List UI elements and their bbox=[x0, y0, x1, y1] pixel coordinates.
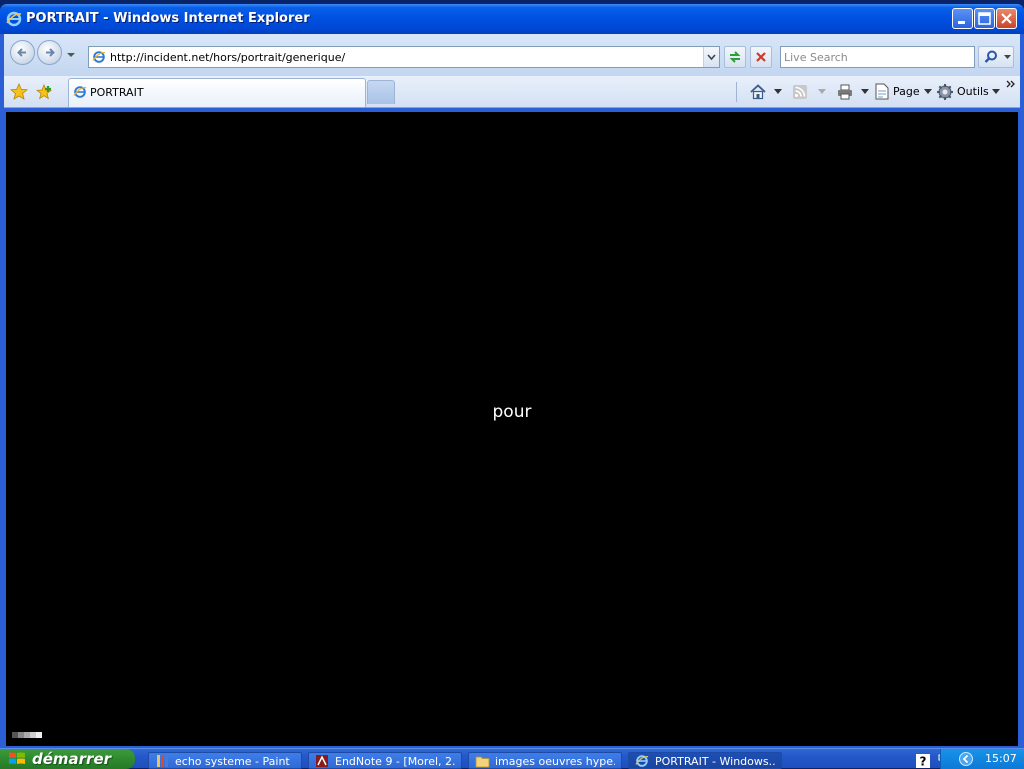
clock: 15:07 bbox=[985, 752, 1017, 765]
favorites-center-button[interactable] bbox=[10, 83, 28, 101]
internet-explorer-icon bbox=[6, 11, 22, 27]
print-dropdown-chevron-icon[interactable] bbox=[861, 89, 869, 95]
stop-button[interactable] bbox=[750, 46, 772, 68]
stop-icon bbox=[756, 52, 766, 62]
browser-window: PORTRAIT - Windows Internet Explorer htt… bbox=[0, 4, 1024, 748]
rss-feeds-icon[interactable] bbox=[792, 84, 808, 100]
content-word: pour bbox=[492, 402, 532, 422]
minimize-button[interactable] bbox=[952, 8, 973, 29]
page-dropdown-chevron-icon bbox=[924, 89, 932, 94]
back-button[interactable] bbox=[10, 40, 35, 65]
page-content: pour bbox=[6, 112, 1018, 746]
close-icon bbox=[1001, 13, 1012, 24]
windows-logo-icon bbox=[9, 752, 25, 764]
search-field bbox=[780, 46, 975, 68]
taskbar-item-paint[interactable]: echo systeme - Paint bbox=[148, 752, 302, 769]
rss-dropdown-chevron-icon[interactable] bbox=[818, 89, 826, 95]
tab-bar: PORTRAIT Page Outils bbox=[4, 76, 1020, 108]
ie-page-icon bbox=[73, 86, 87, 98]
search-button[interactable] bbox=[978, 46, 1014, 68]
tab-label: PORTRAIT bbox=[90, 86, 144, 99]
tools-menu-label: Outils bbox=[957, 85, 989, 98]
search-input[interactable] bbox=[781, 47, 971, 67]
gear-icon bbox=[937, 84, 953, 100]
search-options-chevron-icon bbox=[1004, 55, 1011, 59]
chevron-down-icon bbox=[707, 54, 716, 61]
taskbar-item-label: echo systeme - Paint bbox=[175, 755, 290, 768]
tab-portrait[interactable]: PORTRAIT bbox=[68, 78, 366, 107]
page-menu-label: Page bbox=[893, 85, 920, 98]
taskbar-item-portrait[interactable]: PORTRAIT - Windows... bbox=[628, 752, 782, 769]
taskbar-item-endnote[interactable]: EndNote 9 - [Morel, 2... bbox=[308, 752, 462, 769]
url-text: http://incident.net/hors/portrait/generi… bbox=[110, 51, 346, 64]
address-bar: http://incident.net/hors/portrait/generi… bbox=[4, 34, 1020, 76]
tools-dropdown-chevron-icon bbox=[992, 89, 1000, 94]
arrow-right-icon bbox=[46, 48, 55, 57]
taskbar-item-label: images oeuvres hype... bbox=[495, 755, 615, 768]
taskbar: démarrer echo systeme - Paint EndNote 9 … bbox=[0, 748, 1024, 769]
svg-text:?: ? bbox=[920, 755, 927, 769]
ie-icon bbox=[635, 755, 649, 767]
chevron-left-icon[interactable] bbox=[959, 752, 973, 766]
close-button[interactable] bbox=[996, 8, 1017, 29]
start-button[interactable]: démarrer bbox=[0, 749, 135, 769]
maximize-button[interactable] bbox=[974, 8, 995, 29]
forward-button[interactable] bbox=[37, 40, 62, 65]
loading-indicator-icon bbox=[12, 732, 42, 738]
folder-icon bbox=[475, 756, 490, 768]
url-dropdown-button[interactable] bbox=[703, 47, 719, 67]
endnote-icon bbox=[316, 755, 328, 767]
home-icon[interactable] bbox=[749, 83, 767, 101]
refresh-icon bbox=[729, 51, 741, 63]
refresh-button[interactable] bbox=[724, 46, 746, 68]
add-to-favorites-button[interactable] bbox=[36, 83, 54, 101]
recent-pages-dropdown[interactable] bbox=[66, 50, 76, 60]
page-icon bbox=[92, 51, 106, 63]
search-icon bbox=[984, 50, 997, 63]
paint-icon bbox=[157, 755, 168, 767]
taskbar-item-label: EndNote 9 - [Morel, 2... bbox=[335, 755, 455, 768]
page-icon bbox=[875, 83, 889, 100]
window-title: PORTRAIT - Windows Internet Explorer bbox=[26, 11, 310, 26]
system-tray: 15:07 bbox=[940, 749, 1024, 769]
minimize-icon bbox=[958, 21, 965, 24]
chevron-overflow-icon[interactable] bbox=[1006, 79, 1016, 89]
new-tab-button[interactable] bbox=[367, 80, 395, 104]
command-separator bbox=[736, 82, 737, 102]
arrow-left-icon bbox=[17, 48, 26, 57]
title-bar[interactable]: PORTRAIT - Windows Internet Explorer bbox=[0, 4, 1024, 34]
url-field[interactable]: http://incident.net/hors/portrait/generi… bbox=[88, 46, 720, 68]
maximize-icon bbox=[978, 12, 991, 25]
start-label: démarrer bbox=[32, 750, 112, 768]
help-icon[interactable]: ? bbox=[916, 754, 930, 768]
taskbar-item-label: PORTRAIT - Windows... bbox=[655, 755, 775, 768]
print-icon[interactable] bbox=[836, 83, 854, 101]
taskbar-item-folder[interactable]: images oeuvres hype... bbox=[468, 752, 622, 769]
home-dropdown-chevron-icon[interactable] bbox=[774, 89, 782, 95]
